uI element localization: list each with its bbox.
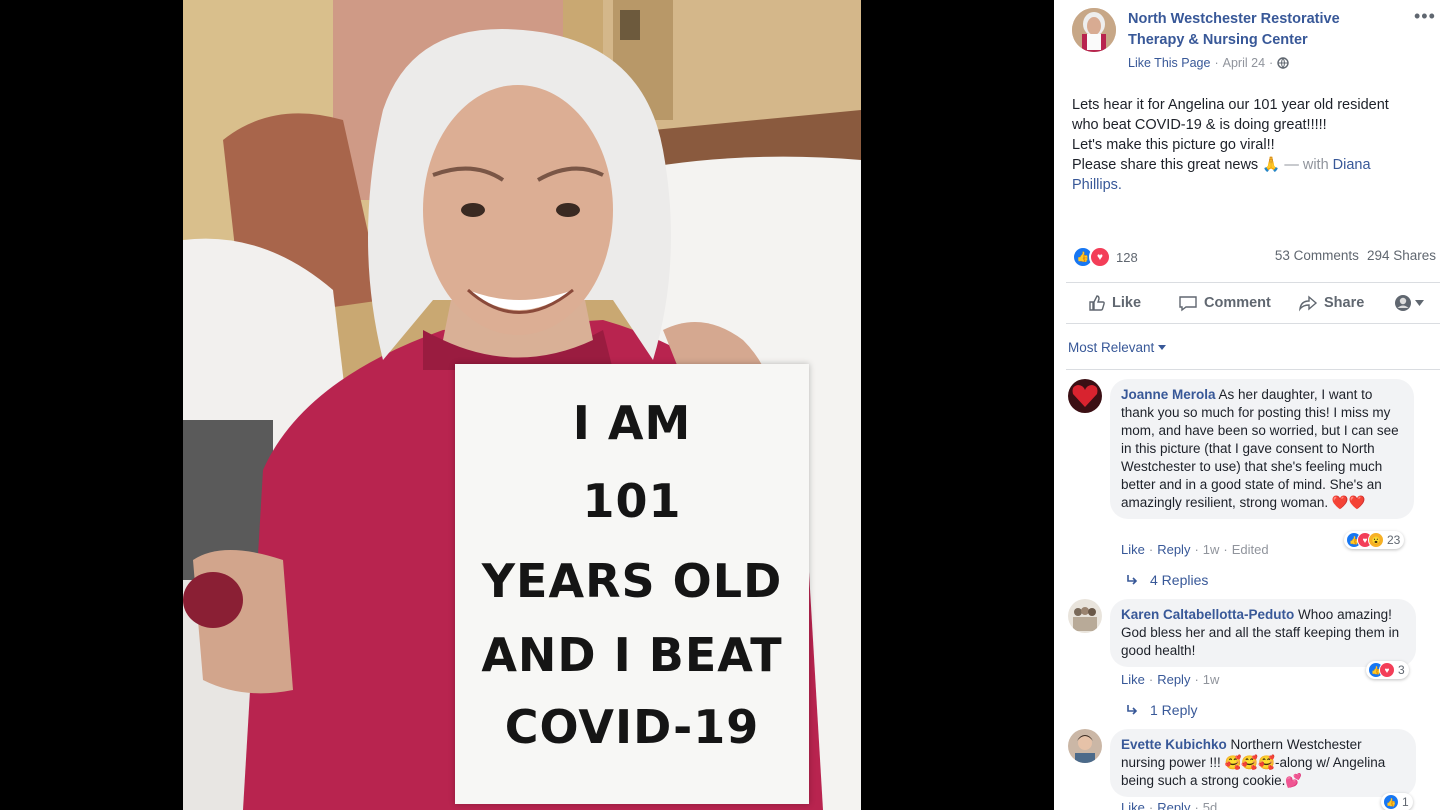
reaction-count: 128	[1116, 249, 1138, 265]
heart-avatar-image	[1068, 379, 1102, 413]
globe-icon	[1277, 57, 1289, 69]
sign-line-4: AND I BEAT	[481, 628, 783, 682]
comment-author-link[interactable]: Joanne Merola	[1121, 387, 1216, 402]
post-text-line: Lets hear it for Angelina our 101 year o…	[1072, 97, 1389, 113]
comment-time[interactable]: 5d	[1203, 800, 1217, 810]
post-as-selector[interactable]	[1394, 294, 1424, 312]
thumbs-up-icon	[1089, 295, 1105, 311]
post-counts: 53 Comments 294 Shares	[1275, 248, 1436, 263]
commenter-avatar[interactable]	[1068, 729, 1102, 763]
comment-time[interactable]: 1w	[1203, 542, 1220, 557]
post-photo[interactable]: I AM 101 YEARS OLD AND I BEAT COVID-19	[183, 0, 861, 810]
wow-reaction-icon: 😮	[1368, 532, 1384, 548]
post-text-line-with-tag: Please share this great news 🙏 — with Di…	[1072, 157, 1371, 173]
comment-reply-link[interactable]: Reply	[1157, 542, 1190, 557]
sign-line-1: I AM	[572, 396, 692, 450]
page-name-link[interactable]: North Westchester Restorative Therapy & …	[1128, 9, 1388, 51]
comment-reply-link[interactable]: Reply	[1157, 800, 1190, 810]
replies-label: 1 Reply	[1150, 702, 1198, 718]
shares-count-link[interactable]: 294 Shares	[1367, 248, 1436, 263]
commenter-avatar[interactable]	[1068, 599, 1102, 633]
comment-time[interactable]: 1w	[1203, 672, 1220, 687]
person-avatar-image	[1068, 729, 1102, 763]
more-options-icon[interactable]: •••	[1414, 6, 1436, 27]
meta-dot: ·	[1214, 56, 1219, 70]
comment-label: Comment	[1204, 295, 1271, 311]
post-actions: Like Comment Share	[1054, 285, 1440, 321]
divider	[1066, 323, 1440, 324]
share-label: Share	[1324, 295, 1365, 311]
sign-line-5: COVID-19	[504, 700, 760, 754]
like-page-link[interactable]: Like This Page	[1128, 56, 1210, 70]
post-panel: North Westchester Restorative Therapy & …	[1054, 0, 1440, 810]
comment-reactions[interactable]: 👍 1	[1381, 793, 1413, 810]
like-label: Like	[1112, 295, 1142, 311]
comment-like-link[interactable]: Like	[1121, 542, 1145, 557]
view-replies-link[interactable]: 1 Reply	[1126, 702, 1197, 718]
profile-avatar-icon	[1395, 295, 1411, 311]
page-avatar-image	[1072, 8, 1116, 52]
comment-reply-link[interactable]: Reply	[1157, 672, 1190, 687]
comment-reactions[interactable]: 👍 ♥ 😮 23	[1344, 531, 1405, 549]
comment-reactions[interactable]: 👍 ♥ 3	[1366, 661, 1409, 679]
share-button[interactable]: Share	[1298, 294, 1364, 312]
love-reaction-icon: ♥	[1089, 246, 1111, 268]
comment-actions: Like · Reply · 1w · Edited	[1121, 542, 1269, 557]
page-avatar[interactable]	[1072, 8, 1116, 52]
comment-sort-dropdown[interactable]: Most Relevant	[1068, 340, 1167, 355]
like-reaction-icon: 👍	[1383, 794, 1399, 810]
page-name-line-1: North Westchester Restorative	[1128, 11, 1340, 27]
comment-edited: Edited	[1231, 542, 1269, 557]
like-button[interactable]: Like	[1088, 294, 1141, 312]
comment-button[interactable]: Comment	[1178, 294, 1271, 312]
comment-actions: Like · Reply · 1w	[1121, 672, 1220, 687]
comment-bubble: Joanne Merola As her daughter, I want to…	[1110, 379, 1414, 519]
pray-emoji: 🙏	[1262, 157, 1281, 173]
view-replies-link[interactable]: 4 Replies	[1126, 572, 1208, 588]
comment-like-link[interactable]: Like	[1121, 672, 1145, 687]
with-text: — with	[1284, 157, 1329, 173]
divider	[1066, 369, 1440, 370]
comment-reaction-count: 1	[1402, 795, 1409, 809]
comment-text: As her daughter, I want to thank you so …	[1121, 387, 1399, 510]
meta-dot: ·	[1269, 56, 1274, 70]
comment-like-link[interactable]: Like	[1121, 800, 1145, 810]
post-text-line: Let's make this picture go viral!!	[1072, 137, 1275, 153]
tagged-user-link[interactable]: Diana	[1333, 157, 1371, 173]
comments-count-link[interactable]: 53 Comments	[1275, 248, 1359, 263]
comment-sort-label: Most Relevant	[1068, 340, 1155, 355]
post-meta: Like This Page · April 24 ·	[1128, 56, 1289, 70]
comment-actions: Like · Reply · 5d	[1121, 800, 1217, 810]
group-photo-avatar-image	[1068, 599, 1102, 633]
comment-icon	[1179, 296, 1197, 312]
sign: I AM 101 YEARS OLD AND I BEAT COVID-19	[455, 364, 809, 804]
comment-author-link[interactable]: Karen Caltabellotta-Peduto	[1121, 607, 1294, 622]
post-date[interactable]: April 24	[1223, 56, 1265, 70]
caret-down-icon	[1158, 345, 1167, 350]
post-text-line: who beat COVID-19 & is doing great!!!!!	[1072, 117, 1327, 133]
page-name-line-2: Therapy & Nursing Center	[1128, 32, 1308, 48]
comment-bubble: Evette Kubichko Northern Westchester nur…	[1110, 729, 1416, 797]
tagged-user-link-cont[interactable]: Phillips.	[1072, 175, 1422, 195]
commenter-avatar[interactable]	[1068, 379, 1102, 413]
divider	[1066, 282, 1440, 283]
reactions-summary[interactable]: 👍 ♥ 128	[1072, 246, 1138, 268]
reply-arrow-icon	[1127, 705, 1138, 715]
comment-author-link[interactable]: Evette Kubichko	[1121, 737, 1227, 752]
comment-reaction-count: 23	[1387, 533, 1401, 547]
sign-line-3: YEARS OLD	[481, 554, 783, 608]
sign-line-2: 101	[582, 474, 682, 528]
comment-reaction-count: 3	[1398, 663, 1405, 677]
share-icon	[1298, 295, 1318, 312]
replies-label: 4 Replies	[1150, 572, 1209, 588]
comment-bubble: Karen Caltabellotta-Peduto Whoo amazing!…	[1110, 599, 1416, 667]
post-text: Lets hear it for Angelina our 101 year o…	[1072, 95, 1422, 195]
reply-arrow-icon	[1127, 575, 1138, 585]
chevron-down-icon	[1415, 300, 1424, 306]
love-reaction-icon: ♥	[1379, 662, 1395, 678]
